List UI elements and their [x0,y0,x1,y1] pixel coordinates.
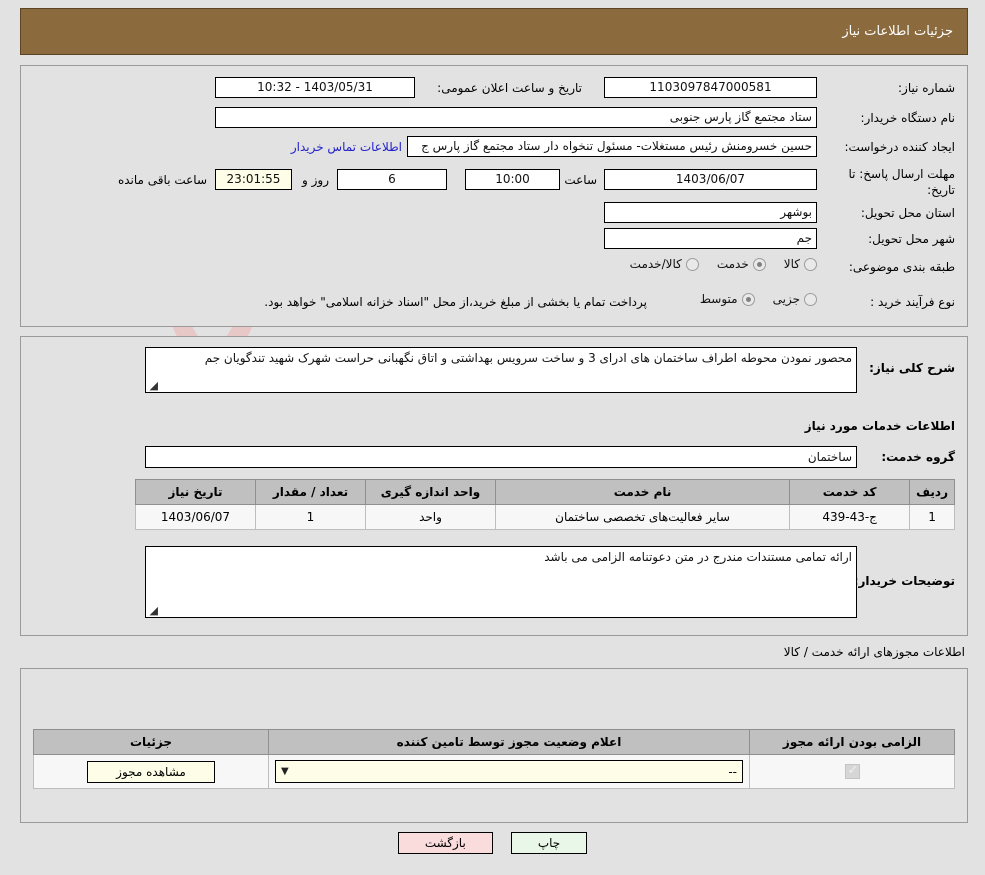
services-col-4: تعداد / مقدار [255,479,366,505]
table-header-row: الزامی بودن ارائه مجوز اعلام وضعیت مجوز ت… [33,729,955,755]
deadline-date-field[interactable]: 1403/06/07 [604,169,817,190]
services-col-5: تاریخ نیاز [135,479,256,505]
subject-category-radio-label-0[interactable]: کالا [784,257,800,271]
buyer-notes-label: توضیحات خریدار: [853,574,955,588]
back-button[interactable]: بازگشت [397,832,493,854]
announce-datetime-field[interactable]: 1403/05/31 - 10:32 [215,77,415,98]
subject-category-radio-0[interactable] [804,257,817,271]
deadline-hour-field[interactable]: 10:00 [465,169,560,190]
buyer-contact-link[interactable]: اطلاعات تماس خریدار [291,140,402,154]
countdown-label: ساعت باقی مانده [117,173,207,187]
permit-required-checkbox [844,763,860,779]
table-header-row: ردیف کد خدمت نام خدمت واحد اندازه گیری تعداد… [135,479,955,505]
permits-col-0: الزامی بودن ارائه مجوز [749,729,955,755]
permits-col-1: اعلام وضعیت مجوز توسط تامین کننده [268,729,750,755]
deadline-hour-label: ساعت [564,173,597,187]
purchase-process-radio-group[interactable]: جزیی متوسط [700,292,817,306]
footer-button-bar: چاپ بازگشت [0,832,985,854]
purchase-process-radio-label-0[interactable]: جزیی [773,292,800,306]
permit-details-cell: مشاهده مجوز [33,754,269,789]
countdown-field: 23:01:55 [215,169,292,190]
subject-category-label: طبقه بندی موضوعی: [848,260,955,274]
service-group-label: گروه خدمت: [881,450,955,464]
need-number-field[interactable]: 1103097847000581 [604,77,817,98]
purchase-process-label: نوع فرآیند خرید : [870,295,955,309]
buyer-notes-text: ارائه تمامی مستندات مندرج در متن دعوتنام… [544,550,852,564]
purchase-process-radio-0[interactable] [804,292,817,306]
announce-datetime-label: تاریخ و ساعت اعلان عمومی: [437,81,582,95]
delivery-city-field[interactable]: جم [604,228,817,249]
description-panel: شرح کلی نیاز: محصور نمودن محوطه اطراف سا… [20,336,968,636]
print-button[interactable]: چاپ [510,832,588,854]
permit-required-cell [749,754,955,789]
permit-status-value: -- [728,764,737,779]
services-cell-3: واحد [365,504,496,530]
table-row: 1 ج-43-439 سایر فعالیت‌های تخصصی ساختمان وا… [135,504,955,530]
chevron-down-icon[interactable]: ▼ [281,766,289,777]
tender-details-page: AriaTender.net جزئیات اطلاعات نیاز شماره… [0,0,985,875]
services-cell-0: 1 [909,504,955,530]
request-creator-label: ایجاد کننده درخواست: [844,140,955,154]
permits-section-caption: اطلاعات مجوزهای ارائه خدمت / کالا [783,645,965,659]
services-col-2: نام خدمت [494,479,791,505]
delivery-city-label: شهر محل تحویل: [868,232,955,246]
need-summary-label: شرح کلی نیاز: [869,361,955,375]
page-title: جزئیات اطلاعات نیاز [842,24,953,39]
need-summary-textarea[interactable]: محصور نمودن محوطه اطراف ساختمان های ادرا… [145,347,857,393]
subject-category-radio-2[interactable] [685,257,699,271]
services-cell-2: سایر فعالیت‌های تخصصی ساختمان [494,504,791,530]
buyer-org-label: نام دستگاه خریدار: [860,111,956,125]
main-info-panel: شماره نیاز: 1103097847000581 تاریخ و ساع… [20,65,968,327]
services-cell-5: 1403/06/07 [135,504,256,530]
services-cell-4: 1 [255,504,366,530]
subject-category-radio-1[interactable] [752,257,766,271]
services-col-1: کد خدمت [789,479,911,505]
need-summary-text: محصور نمودن محوطه اطراف ساختمان های ادرا… [204,351,852,365]
deadline-label: مهلت ارسال پاسخ: تا تاریخ: [848,167,955,197]
page-title-bar: جزئیات اطلاعات نیاز [20,8,968,55]
remaining-days-label: روز و [302,173,329,187]
delivery-province-label: استان محل تحویل: [860,206,955,220]
view-permit-button[interactable]: مشاهده مجوز [87,760,215,783]
resize-grip-icon[interactable]: ◢ [148,605,158,616]
buyer-org-field[interactable]: ستاد مجتمع گاز پارس جنوبی [215,107,817,128]
services-col-3: واحد اندازه گیری [365,479,496,505]
permits-col-2: جزئیات [33,729,269,755]
permit-status-select[interactable]: -- ▼ [275,760,743,783]
buyer-notes-textarea[interactable]: ارائه تمامی مستندات مندرج در متن دعوتنام… [145,546,857,618]
subject-category-radio-group[interactable]: کالا خدمت کالا/خدمت [630,257,817,271]
permits-table: الزامی بودن ارائه مجوز اعلام وضعیت مجوز ت… [33,729,955,789]
services-col-0: ردیف [909,479,955,505]
subject-category-radio-label-1[interactable]: خدمت [717,257,749,271]
services-section-caption: اطلاعات خدمات مورد نیاز [804,419,955,433]
purchase-process-radio-1[interactable] [741,292,755,306]
services-cell-1: ج-43-439 [789,504,911,530]
subject-category-radio-label-2[interactable]: کالا/خدمت [630,257,682,271]
purchase-process-radio-label-1[interactable]: متوسط [700,292,738,306]
remaining-days-field[interactable]: 6 [337,169,447,190]
permit-status-cell: -- ▼ [268,754,750,789]
table-row: -- ▼ مشاهده مجوز [33,754,955,789]
permits-panel: الزامی بودن ارائه مجوز اعلام وضعیت مجوز ت… [20,668,968,823]
need-number-label: شماره نیاز: [898,81,955,95]
resize-grip-icon[interactable]: ◢ [148,380,158,391]
delivery-province-field[interactable]: بوشهر [604,202,817,223]
service-group-field[interactable]: ساختمان [145,446,857,468]
services-table: ردیف کد خدمت نام خدمت واحد اندازه گیری تعداد… [135,479,955,530]
purchase-process-note: پرداخت تمام یا بخشی از مبلغ خرید،از محل … [264,295,647,309]
request-creator-field[interactable]: حسین خسرومنش رئیس مستغلات- مسئول تنخواه … [407,136,817,157]
